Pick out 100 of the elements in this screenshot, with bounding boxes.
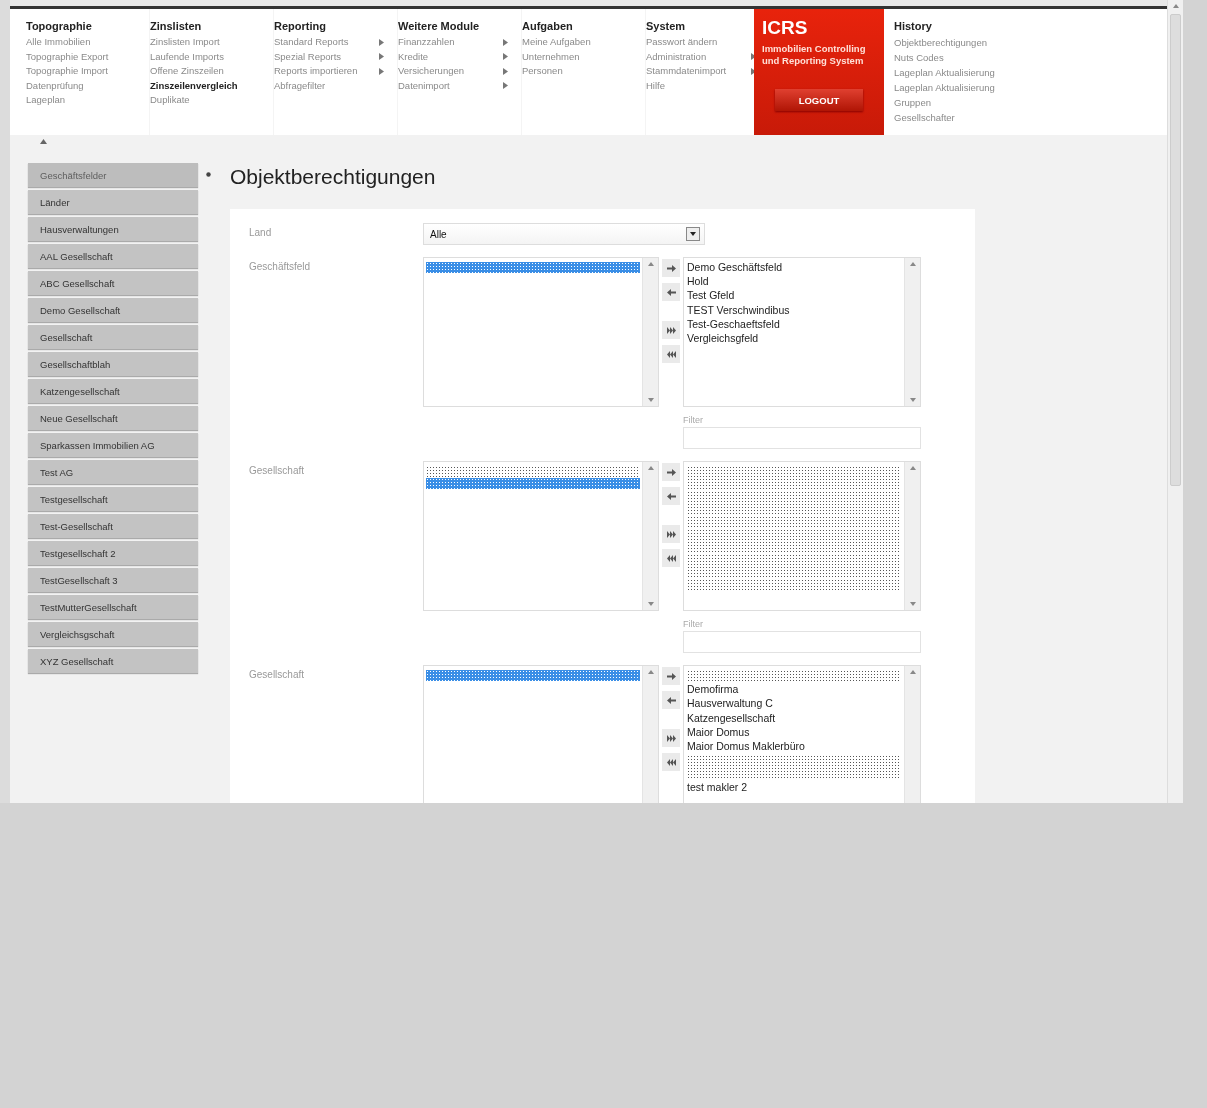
remove-all-button[interactable]: [662, 549, 680, 567]
menu-title[interactable]: Topographie: [26, 20, 92, 32]
sidebar-item[interactable]: ABC Gesellschaft: [28, 271, 198, 295]
add-button[interactable]: [662, 259, 680, 277]
menu-item[interactable]: Stammdatenimport: [646, 64, 727, 79]
list-item[interactable]: Hausverwaltung C: [687, 696, 901, 711]
assigned-list[interactable]: Demofirma Hausverwaltung C Katzengesellschaft Maior Domus Maior Domus Maklerbüro test makler 2: [683, 665, 921, 803]
add-button[interactable]: [662, 463, 680, 481]
menu-title[interactable]: Aufgaben: [522, 20, 573, 32]
logout-button[interactable]: LOGOUT: [775, 89, 863, 111]
list-item[interactable]: Katzengesellschaft: [687, 710, 901, 725]
menu-item[interactable]: Reports importieren: [274, 64, 358, 79]
list-item[interactable]: Demo Geschäftsfeld: [687, 260, 901, 275]
sidebar-item[interactable]: Test AG: [28, 460, 198, 484]
remove-all-button[interactable]: [662, 345, 680, 363]
menu-item[interactable]: Personen: [522, 64, 563, 79]
scroll-down-icon[interactable]: [647, 398, 654, 402]
assigned-list[interactable]: [683, 461, 921, 611]
available-list[interactable]: [423, 257, 659, 407]
menu-item[interactable]: Zinszeilenvergleich: [150, 78, 238, 93]
menu-title[interactable]: History: [894, 20, 932, 32]
history-item[interactable]: Gesellschafter: [894, 110, 995, 125]
history-item[interactable]: Objektberechtigungen: [894, 35, 995, 50]
scroll-down-icon[interactable]: [909, 602, 916, 606]
menu-item[interactable]: Topographie Export: [26, 49, 109, 64]
available-list[interactable]: [423, 461, 659, 611]
sidebar-item[interactable]: TestMutterGesellschaft: [28, 595, 198, 619]
menu-item[interactable]: Hilfe: [646, 78, 665, 93]
history-item[interactable]: Lageplan Aktualisierung: [894, 80, 995, 95]
remove-button[interactable]: [662, 283, 680, 301]
menu-item[interactable]: Lageplan: [26, 93, 66, 108]
menu-item[interactable]: Passwort ändern: [646, 35, 718, 50]
menu-title[interactable]: Zinslisten: [150, 20, 202, 32]
sidebar-item[interactable]: Sparkassen Immobilien AG: [28, 433, 198, 457]
available-list[interactable]: [423, 665, 659, 803]
menu-item[interactable]: Zinslisten Import: [150, 35, 220, 50]
scroll-up-icon[interactable]: [909, 466, 916, 470]
sidebar-item[interactable]: AAL Gesellschaft: [28, 244, 198, 268]
menu-item[interactable]: Datenprüfung: [26, 78, 84, 93]
menu-item[interactable]: Spezial Reports: [274, 49, 342, 64]
add-all-button[interactable]: [662, 525, 680, 543]
list-item[interactable]: Test-Geschaeftsfeld: [687, 316, 901, 331]
remove-button[interactable]: [662, 487, 680, 505]
menu-item[interactable]: Standard Reports: [274, 35, 349, 50]
sidebar-item[interactable]: Geschäftsfelder: [28, 163, 198, 187]
scroll-up-icon[interactable]: [647, 670, 654, 674]
sidebar-item[interactable]: Länder: [28, 190, 198, 214]
filter-field[interactable]: [683, 631, 921, 653]
add-all-button[interactable]: [662, 321, 680, 339]
sidebar-item[interactable]: Neue Gesellschaft: [28, 406, 198, 430]
add-all-button[interactable]: [662, 729, 680, 747]
menu-title[interactable]: Weitere Module: [398, 20, 480, 32]
list-item[interactable]: Test Gfeld: [687, 288, 901, 303]
filter-field[interactable]: [683, 427, 921, 449]
collapse-icon[interactable]: [40, 139, 47, 144]
menu-item[interactable]: Abfragefilter: [274, 78, 326, 93]
menu-item[interactable]: Alle Immobilien: [26, 35, 91, 50]
list-item[interactable]: Demofirma: [687, 682, 901, 697]
scroll-down-icon[interactable]: [909, 398, 916, 402]
history-item[interactable]: Nuts Codes: [894, 50, 995, 65]
list-item[interactable]: Maior Domus Maklerbüro: [687, 739, 901, 754]
assigned-list[interactable]: Demo Geschäftsfeld Hold Test Gfeld TEST Verschwindibus Test-Geschaeftsfeld Vergleichsgfeld: [683, 257, 921, 407]
list-item[interactable]: Vergleichsgfeld: [687, 331, 901, 346]
add-button[interactable]: [662, 667, 680, 685]
scroll-up-icon[interactable]: [909, 262, 916, 266]
sidebar-item[interactable]: Katzengesellschaft: [28, 379, 198, 403]
remove-button[interactable]: [662, 691, 680, 709]
sidebar-item[interactable]: Hausverwaltungen: [28, 217, 198, 241]
sidebar-item[interactable]: Demo Gesellschaft: [28, 298, 198, 322]
menu-item[interactable]: Finanzzahlen: [398, 35, 455, 50]
menu-item[interactable]: Datenimport: [398, 78, 450, 93]
menu-item[interactable]: Offene Zinszeilen: [150, 64, 224, 79]
menu-item[interactable]: Topographie Import: [26, 64, 108, 79]
sidebar-item[interactable]: Test-Gesellschaft: [28, 514, 198, 538]
menu-title[interactable]: System: [646, 20, 686, 32]
history-item[interactable]: Gruppen: [894, 95, 995, 110]
sidebar-item[interactable]: Gesellschaftblah: [28, 352, 198, 376]
menu-item[interactable]: Unternehmen: [522, 49, 580, 64]
menu-item[interactable]: Administration: [646, 49, 707, 64]
scroll-up-icon[interactable]: [647, 466, 654, 470]
scroll-up-icon[interactable]: [909, 670, 916, 674]
sidebar-item[interactable]: Testgesellschaft: [28, 487, 198, 511]
menu-item[interactable]: Duplikate: [150, 93, 190, 108]
menu-item[interactable]: Versicherungen: [398, 64, 465, 79]
menu-item[interactable]: Meine Aufgaben: [522, 35, 591, 50]
sidebar-item[interactable]: TestGesellschaft 3: [28, 568, 198, 592]
menu-item[interactable]: Laufende Imports: [150, 49, 224, 64]
sidebar-item[interactable]: XYZ Gesellschaft: [28, 649, 198, 673]
list-item[interactable]: Maior Domus: [687, 724, 901, 739]
remove-all-button[interactable]: [662, 753, 680, 771]
menu-item[interactable]: Kredite: [398, 49, 429, 64]
menu-title[interactable]: Reporting: [274, 20, 326, 32]
scrollbar[interactable]: [1167, 0, 1183, 803]
history-item[interactable]: Lageplan Aktualisierung: [894, 65, 995, 80]
sidebar-item[interactable]: Gesellschaft: [28, 325, 198, 349]
list-item[interactable]: Hold: [687, 274, 901, 289]
sidebar-item[interactable]: Vergleichsgschaft: [28, 622, 198, 646]
country-dropdown[interactable]: Alle: [423, 223, 705, 245]
list-item[interactable]: TEST Verschwindibus: [687, 302, 901, 317]
sidebar-item[interactable]: Testgesellschaft 2: [28, 541, 198, 565]
